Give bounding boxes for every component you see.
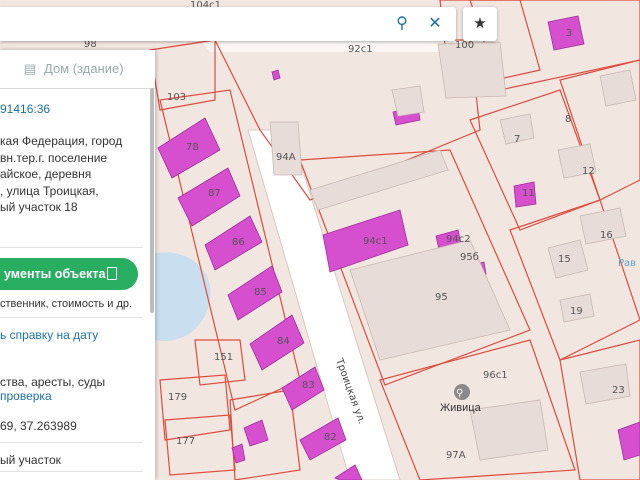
object-info-panel: ▤ Дом (здание) 91416:36 кая Федерация, г… [0,50,155,480]
poi-label-zhivitsa: Живица [440,402,482,414]
parcel-label-100: 100 [455,40,474,51]
address-line: , улица Троицкая, [0,183,99,198]
parcel-label-rav: Рав [618,258,636,269]
parcel-label-85: 85 [254,287,267,298]
close-icon[interactable]: ✕ [426,15,444,33]
parcel-label-19: 19 [570,306,583,317]
document-icon [107,267,117,280]
divider [0,442,143,443]
parcel-label-86: 86 [232,237,245,248]
address-text: кая Федерация, город вн.тер.г. поселение а… [0,133,150,216]
parcel-label-16: 16 [600,230,613,241]
tab-building-label: Дом (здание) [44,61,124,76]
search-icon[interactable]: ⚲ [393,15,411,33]
poi-icon: ⚲ [456,388,463,399]
parcel-label-179: 179 [168,392,187,403]
tab-building[interactable]: ▤ Дом (здание) [0,50,155,89]
land-type-text: ый участок [0,453,61,467]
parcel-label-95b: 95б [460,252,479,263]
address-line: кая Федерация, город [0,134,123,148]
parcel-label-23: 23 [612,385,625,396]
parcel-label-103: 103 [167,92,186,103]
parcel-label-84: 84 [277,336,290,347]
divider [0,471,143,472]
favorite-button[interactable]: ★ [463,7,497,41]
parcel-label-7: 7 [514,134,520,145]
parcel-label-87: 87 [208,188,221,199]
parcel-label-97a: 97А [446,450,466,461]
parcel-label-12: 12 [582,166,595,177]
parcel-label-96c1: 96с1 [483,370,508,381]
parcel-label-83: 83 [302,380,315,391]
parcel-label-78: 78 [186,142,199,153]
star-icon: ★ [473,15,487,32]
parcel-label-94c1: 94с1 [363,236,388,247]
address-line: айское, деревня [0,167,92,181]
cadastral-number[interactable]: 91416:36 [0,102,50,116]
parcel-label-92c1: 92с1 [348,44,373,55]
parcel-label-177: 177 [176,436,195,447]
address-line: ый участок 18 [0,200,78,214]
road-upper [200,40,470,52]
coordinates-text: 69, 37.263989 [0,419,77,433]
report-link[interactable]: ь справку на дату [0,328,98,342]
address-line: вн.тер.г. поселение [0,150,108,165]
parcel-label-151: 151 [214,352,233,363]
divider [0,247,143,248]
restrictions-text: ства, аресты, суды [0,375,106,389]
parcel-label-94a: 94А [276,152,296,163]
parcel-label-15: 15 [558,254,571,265]
check-link[interactable]: проверка [0,389,52,403]
object-documents-button[interactable]: ументы объекта [0,258,138,290]
parcel-label-3: 3 [566,28,572,39]
parcel-label-82: 82 [324,432,337,443]
parcel-label-94c2: 94с2 [446,234,471,245]
building-icon: ▤ [24,61,37,76]
parcel-label-95: 95 [435,292,448,303]
divider [0,317,143,318]
parcel-label-11: 11 [522,188,535,199]
search-input[interactable] [6,13,380,37]
panel-scrollbar[interactable] [150,88,154,313]
search-bar[interactable]: ⚲ ✕ [0,7,456,41]
docs-subtitle: ственник, стоимость и др. [0,298,133,310]
parcel-label-8: 8 [565,114,571,125]
docs-button-label: ументы объекта [4,267,106,281]
